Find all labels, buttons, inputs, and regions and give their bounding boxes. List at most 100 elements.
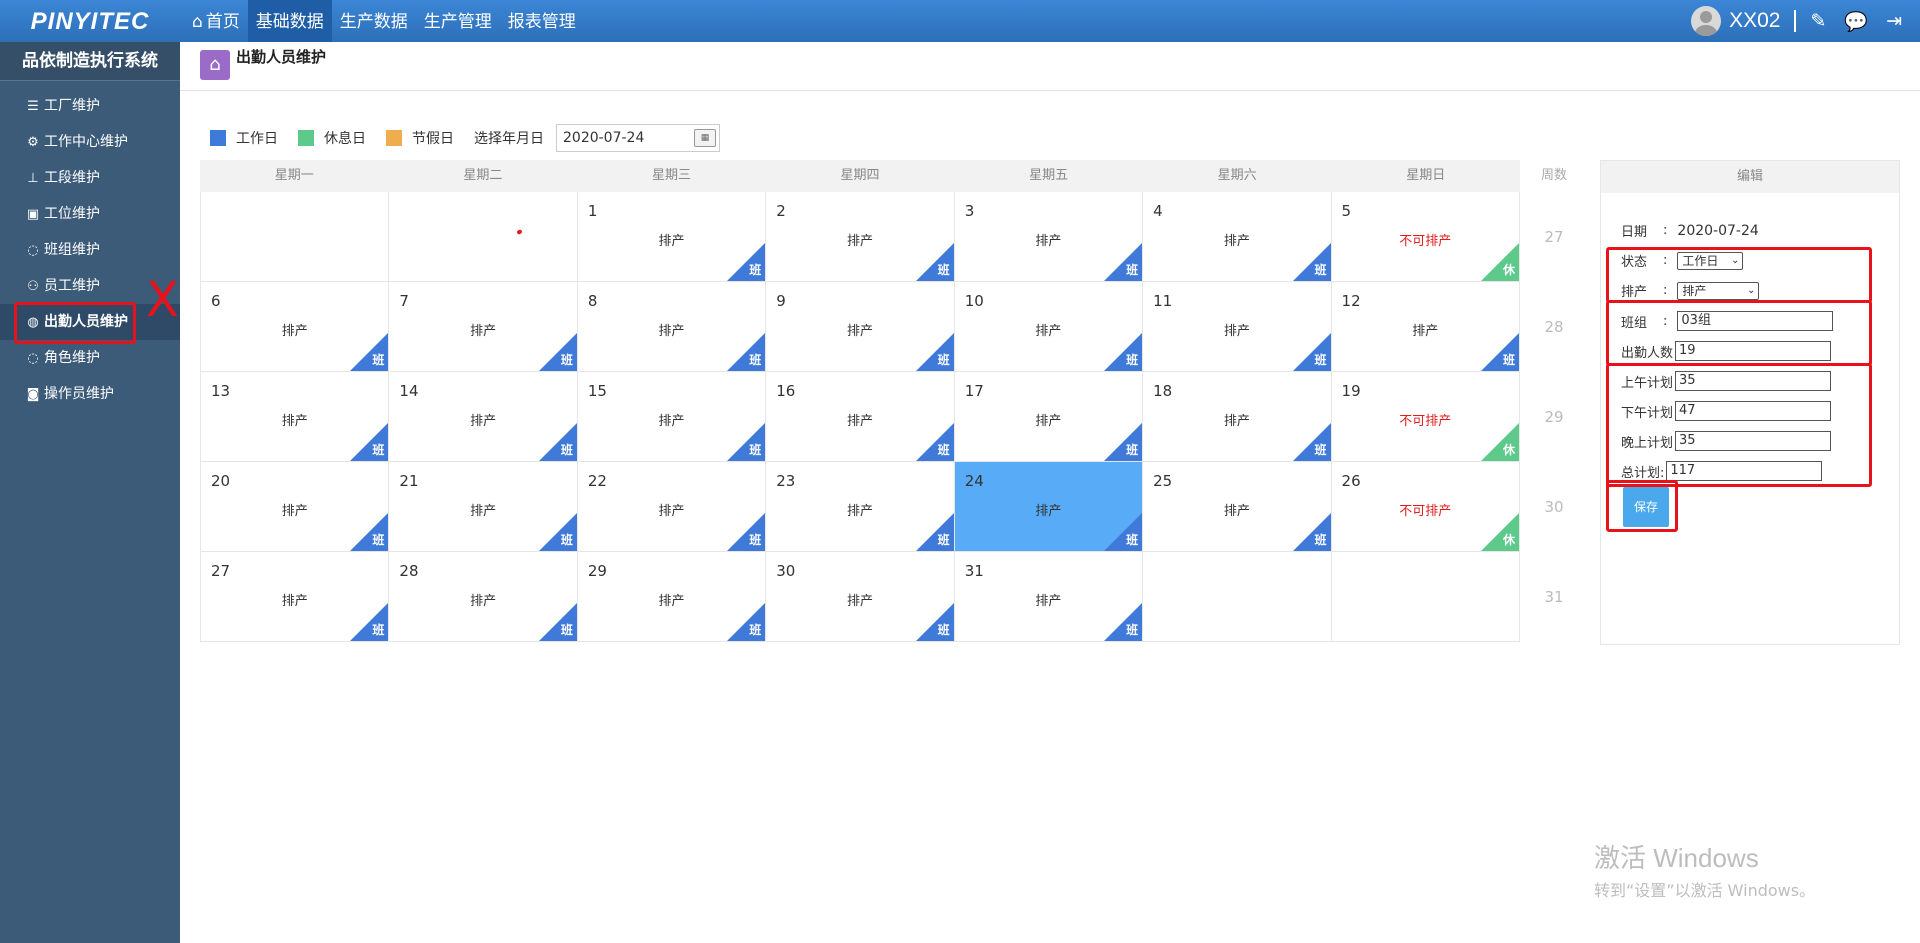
calendar-day-cell[interactable]: 13 排产班 [200,372,390,462]
day-number: 22 [587,472,607,490]
message-icon[interactable]: 💬 [1844,10,1868,33]
annotation-mark [516,229,524,235]
nav-production-management[interactable]: 生产管理 [416,0,500,42]
week-number: 29 [1544,408,1564,426]
day-number: 16 [776,382,796,400]
calendar-day-cell[interactable]: 23 排产班 [766,462,955,552]
highlight-box-team [1606,300,1872,366]
calendar-day-cell[interactable]: 6 排产班 [200,282,390,372]
day-number: 15 [587,382,607,400]
calendar-day-cell[interactable]: 5 不可排产休 [1331,192,1520,282]
week-number: 30 [1544,498,1564,516]
day-type-tag: 班 [937,623,950,637]
calendar-day-cell[interactable]: 18 排产班 [1143,372,1332,462]
calendar-day-cell[interactable]: 10 排产班 [954,282,1144,372]
day-number: 30 [776,562,796,580]
date-input[interactable]: 2020-07-24 ▦ [556,124,720,152]
sidebar-item-role[interactable]: ◌ 角色维护 [0,340,180,376]
calendar-icon[interactable]: ▦ [694,129,716,147]
sidebar-item-workstation[interactable]: ▣ 工位维护 [0,196,180,232]
week-number: 31 [1544,588,1564,606]
day-number: 18 [1153,382,1173,400]
calendar-day-cell[interactable]: 17 排产班 [954,372,1144,462]
calendar-day-cell[interactable]: 12 排产班 [1331,282,1520,372]
week-number: 27 [1544,228,1564,246]
calendar-day-cell[interactable]: 30 排产班 [766,552,955,642]
username[interactable]: XX02 [1729,9,1780,33]
weekday-fri: 星期五 [1029,168,1069,183]
calendar-day-cell[interactable]: 7 排产班 [389,282,578,372]
week-number-column: 周数 27 28 29 30 31 [1526,160,1582,642]
calendar-day-cell[interactable]: 11 排产班 [1143,282,1332,372]
day-type-tag: 班 [560,623,573,637]
calendar-day-cell[interactable]: 2 排产班 [766,192,955,282]
nav-report-management[interactable]: 报表管理 [500,0,584,42]
avatar[interactable] [1691,6,1722,36]
weekday-sat: 星期六 [1217,168,1257,183]
calendar-day-cell[interactable]: 9 排产班 [766,282,955,372]
nav-home[interactable]: ⌂ 首页 [184,0,248,42]
sidebar-item-work-center[interactable]: ⚙ 工作中心维护 [0,124,180,160]
sidebar: 品依制造执行系统 ☰ 工厂维护 ⚙ 工作中心维护 ⊥ 工段维护 ▣ 工位维护 ◌ 班组维护… [0,42,180,943]
calendar-day-cell[interactable]: 15 排产班 [577,372,767,462]
nav-basic-data[interactable]: 基础数据 [247,0,332,42]
calendar-day-cell[interactable]: 4 排产班 [1143,192,1332,282]
day-number: 3 [964,202,975,220]
sidebar-item-factory[interactable]: ☰ 工厂维护 [0,88,180,124]
calendar-day-cell[interactable] [389,192,578,282]
brand-logo[interactable]: PINYITEC [30,6,150,38]
day-type-tag: 班 [1314,353,1327,367]
calendar-day-cell[interactable]: 25 排产班 [1143,462,1332,552]
calendar-day-cell[interactable]: 29 排产班 [577,552,767,642]
logout-icon[interactable]: ⇥ [1886,10,1902,32]
calendar-day-cell[interactable]: 26 不可排产休 [1331,462,1520,552]
highlight-box-state [1606,247,1872,303]
calendar-day-cell[interactable]: 28 排产班 [389,552,578,642]
camera-icon: ◙ [26,387,40,402]
calendar-day-cell[interactable]: 24 排产班 [954,462,1144,552]
sidebar-item-operator[interactable]: ◙ 操作员维护 [0,376,180,412]
sidebar-item-section[interactable]: ⊥ 工段维护 [0,160,180,196]
day-number: 31 [964,562,984,580]
page-header: ⌂ 出勤人员维护 [180,42,1920,91]
legend-restday-label: 休息日 [324,131,366,147]
calendar-week-row: 13 排产班 14 排产班 15 排产班 16 排产班 17 排产班 18 排产班 19 不可排产休 [200,372,1520,462]
day-type-tag: 班 [1502,353,1515,367]
calendar-day-cell[interactable]: 14 排产班 [389,372,578,462]
list-icon: ☰ [27,99,39,114]
calendar-day-cell[interactable]: 22 排产班 [577,462,767,552]
sidebar-item-team[interactable]: ◌ 班组维护 [0,232,180,268]
day-type-tag: 班 [749,263,762,277]
day-number: 1 [587,202,598,220]
top-nav: ⌂ 首页 基础数据 生产数据 生产管理 报表管理 [184,0,584,42]
windows-activation-watermark: 激活 Windows 转到“设置”以激活 Windows。 [1594,838,1815,901]
day-number: 6 [211,292,221,310]
sidebar-menu: ☰ 工厂维护 ⚙ 工作中心维护 ⊥ 工段维护 ▣ 工位维护 ◌ 班组维护 ⚇ 员工维护 ◍ 出… [0,88,180,412]
calendar-day-cell[interactable]: 19 不可排产休 [1331,372,1520,462]
calendar-day-cell[interactable] [1331,552,1520,642]
day-number: 24 [964,472,984,490]
day-type-tag: 休 [1502,263,1515,277]
calendar-day-cell[interactable] [1143,552,1332,642]
edit-icon[interactable]: ✎ [1810,10,1826,32]
calendar-day-cell[interactable]: 3 排产班 [954,192,1144,282]
calendar-day-cell[interactable]: 1 排产班 [577,192,767,282]
page-title: 出勤人员维护 [236,48,327,66]
calendar-day-cell[interactable]: 16 排产班 [766,372,955,462]
network-icon: ⚙ [27,135,39,150]
legend-workday-label: 工作日 [236,131,278,147]
legend-workday-swatch [210,130,226,146]
calendar-day-cell[interactable]: 27 排产班 [200,552,390,642]
day-type-tag: 班 [937,263,950,277]
nav-production-data[interactable]: 生产数据 [332,0,416,42]
calendar-day-cell[interactable] [200,192,390,282]
highlight-box-plan [1606,363,1872,487]
day-type-tag: 班 [1126,263,1139,277]
home-icon: ⌂ [192,12,203,32]
calendar-day-cell[interactable]: 20 排产班 [200,462,390,552]
day-number: 2 [776,202,786,220]
people-icon: ⚇ [27,279,39,294]
calendar-day-cell[interactable]: 21 排产班 [389,462,578,552]
calendar-day-cell[interactable]: 8 排产班 [577,282,767,372]
calendar-day-cell[interactable]: 31 排产班 [954,552,1144,642]
